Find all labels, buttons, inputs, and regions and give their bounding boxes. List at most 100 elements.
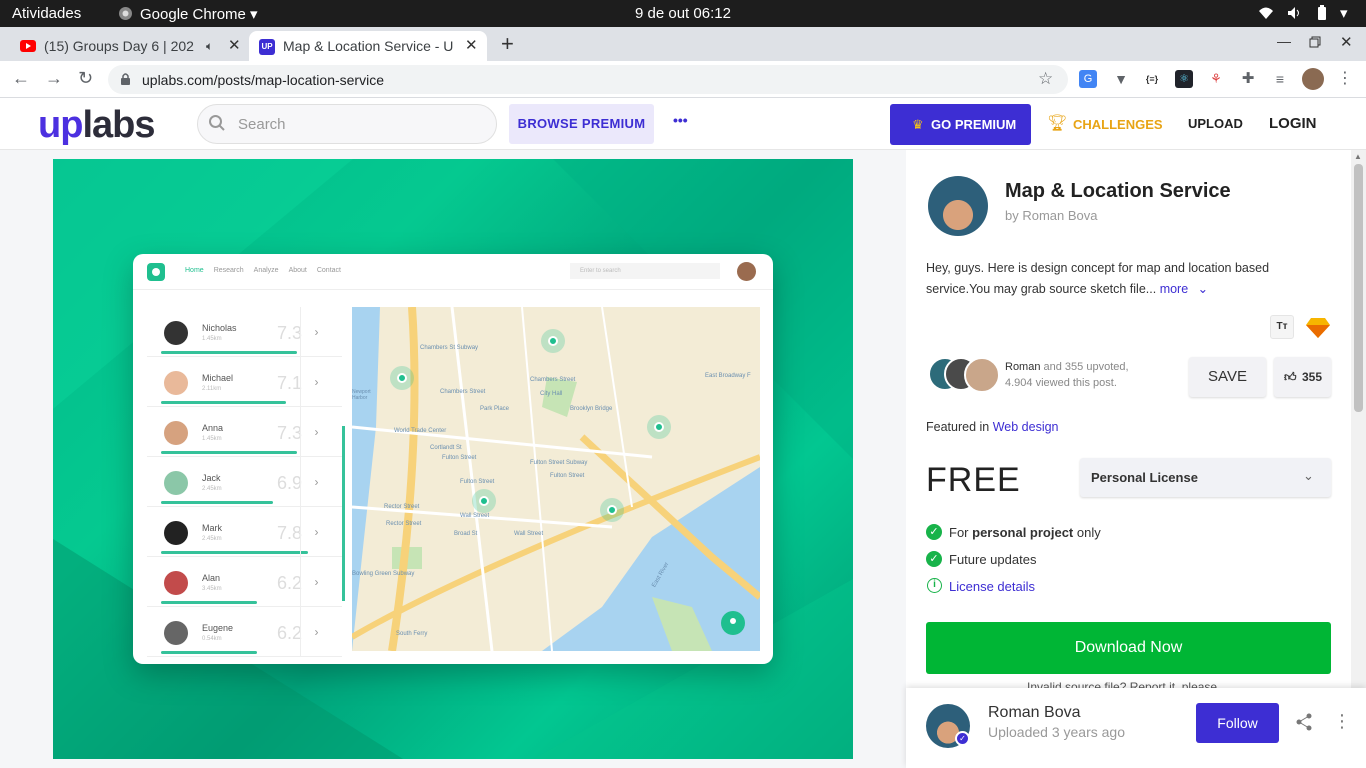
map-label: Fulton Street — [550, 473, 585, 479]
mock-search: Enter to search — [570, 263, 720, 279]
back-icon[interactable]: ← — [12, 68, 30, 89]
follow-button[interactable]: Follow — [1196, 703, 1279, 743]
person-score: 7.8 — [277, 523, 303, 543]
person-avatar — [164, 621, 188, 645]
os-top-bar: Atividades Google Chrome ▾ 9 de out 06:1… — [0, 0, 1366, 27]
close-tab-icon[interactable]: ✕ — [465, 36, 478, 54]
tab-uplabs[interactable]: UP Map & Location Service - U ✕ — [249, 31, 487, 61]
google-translate-icon[interactable]: G — [1079, 70, 1097, 88]
sketch-icon[interactable] — [1306, 317, 1330, 344]
person-distance: 2.11km — [202, 386, 222, 392]
person-distance: 3.45km — [202, 586, 222, 592]
upload-link[interactable]: UPLOAD — [1188, 116, 1243, 131]
typography-tool-icon[interactable]: Tт — [1270, 315, 1294, 339]
new-tab-button[interactable]: + — [501, 31, 514, 57]
shot-area: Home Research Analyze About Contact Enter to… — [0, 150, 906, 768]
license-value: Personal License — [1091, 470, 1198, 485]
upvoter-avatar[interactable] — [964, 357, 1000, 393]
web-design-link[interactable]: Web design — [993, 420, 1059, 434]
more-options-icon[interactable]: ⋮ — [1333, 711, 1351, 732]
clock[interactable]: 9 de out 06:12 — [635, 5, 731, 22]
scroll-up-icon[interactable]: ▲ — [1354, 152, 1362, 161]
extensions-puzzle-icon[interactable]: ✚ — [1239, 70, 1257, 88]
upvote-button[interactable]: 👍︎ 355 — [1274, 357, 1331, 397]
download-button[interactable]: Download Now — [926, 622, 1331, 674]
person-score: 7.1 — [277, 373, 303, 393]
chevron-right-icon: › — [300, 407, 332, 457]
lock-icon[interactable] — [120, 72, 131, 91]
more-menu-icon[interactable]: ••• — [673, 112, 688, 128]
post-details-panel: Map & Location Service by Roman Bova Hey… — [906, 150, 1351, 694]
map-label: Rector Street — [384, 504, 420, 510]
go-premium-label: GO PREMIUM — [931, 117, 1017, 132]
person-avatar — [164, 371, 188, 395]
tab-youtube[interactable]: (15) Groups Day 6 | 202 🔈︎ ✕ — [8, 31, 248, 61]
person-score-bar — [161, 551, 308, 554]
volume-icon[interactable] — [1287, 6, 1303, 24]
license-details-link[interactable]: License details — [949, 579, 1035, 594]
battery-icon[interactable] — [1317, 5, 1327, 25]
person-score-bar — [161, 401, 286, 404]
youtube-icon — [20, 39, 36, 55]
chrome-menu-icon[interactable]: ⋮ — [1336, 70, 1354, 88]
person-name: Nicholas — [202, 323, 237, 333]
close-tab-icon[interactable]: ✕ — [228, 36, 241, 54]
search-icon — [208, 114, 226, 137]
map-label: Fulton Street Subway — [530, 460, 588, 466]
share-icon[interactable] — [1295, 713, 1313, 736]
mock-avatar — [737, 262, 756, 281]
go-premium-button[interactable]: ♛ GO PREMIUM — [890, 104, 1031, 145]
app-menu[interactable]: Google Chrome ▾ — [140, 5, 258, 23]
window-close-icon[interactable]: ✕ — [1340, 33, 1353, 51]
map-label: Fulton Street — [442, 455, 477, 461]
activities-button[interactable]: Atividades — [12, 5, 81, 22]
map-label: South Ferry — [396, 631, 428, 637]
browser-toolbar: ← → ↻ uplabs.com/posts/map-location-serv… — [0, 61, 1366, 98]
url-text[interactable]: uplabs.com/posts/map-location-service — [142, 72, 384, 88]
chevron-down-icon[interactable]: ⌄ — [1198, 282, 1208, 296]
views-count: 4.904 viewed this post. — [1005, 377, 1117, 389]
post-title: Map & Location Service — [1005, 180, 1231, 202]
more-link[interactable]: more — [1160, 282, 1188, 296]
map-label: Chambers Street — [440, 389, 486, 395]
tree-extension-icon[interactable]: ⚘ — [1207, 70, 1225, 88]
license-select[interactable]: Personal License ⌄ — [1080, 458, 1331, 497]
upvote-count: 355 — [1302, 370, 1323, 384]
author-avatar[interactable] — [928, 176, 988, 236]
restore-icon[interactable] — [1309, 35, 1321, 53]
browse-premium-button[interactable]: BROWSE PREMIUM — [509, 104, 654, 144]
system-menu-icon[interactable]: ▾ — [1340, 4, 1348, 22]
challenges-link[interactable]: CHALLENGES — [1073, 117, 1163, 132]
mock-scrollbar — [342, 426, 345, 601]
map-label: Bowling Green Subway — [352, 571, 415, 577]
forward-icon[interactable]: → — [45, 68, 63, 89]
vue-devtools-icon[interactable]: ▼ — [1112, 70, 1130, 88]
bookmark-star-icon[interactable]: ☆ — [1038, 69, 1053, 89]
uplabs-favicon: UP — [259, 39, 275, 55]
minimize-icon[interactable]: — — [1277, 33, 1291, 49]
save-button[interactable]: SAVE — [1189, 357, 1266, 397]
speaker-icon[interactable]: 🔈︎ — [206, 39, 213, 54]
json-viewer-icon[interactable]: {≡} — [1143, 70, 1161, 88]
media-control-icon[interactable]: ≡ — [1271, 70, 1289, 88]
shot-preview-image[interactable]: Home Research Analyze About Contact Enter to… — [53, 159, 853, 759]
address-bar[interactable]: uplabs.com/posts/map-location-service ☆ — [108, 65, 1068, 94]
wifi-icon[interactable] — [1258, 6, 1274, 24]
site-search[interactable]: Search — [197, 104, 497, 144]
person-distance: 2.45km — [202, 536, 222, 542]
chevron-down-icon: ⌄ — [1303, 468, 1314, 483]
page-scrollbar[interactable]: ▲ — [1351, 150, 1366, 768]
footer-author-name[interactable]: Roman Bova — [988, 704, 1081, 722]
map-label: Chambers Street — [530, 377, 576, 383]
person-score: 6.2 — [277, 623, 303, 643]
profile-avatar[interactable] — [1302, 68, 1324, 90]
reload-icon[interactable]: ↻ — [78, 68, 93, 89]
react-devtools-icon[interactable]: ⚛ — [1175, 70, 1193, 88]
map-label: World Trade Center — [394, 428, 447, 434]
uplabs-logo[interactable]: uplabs — [38, 104, 155, 147]
login-link[interactable]: LOGIN — [1269, 115, 1317, 132]
person-distance: 2.45km — [202, 486, 222, 492]
scrollbar-thumb[interactable] — [1354, 164, 1363, 412]
author-byline[interactable]: by Roman Bova — [1005, 208, 1098, 223]
person-score-bar — [161, 451, 297, 454]
